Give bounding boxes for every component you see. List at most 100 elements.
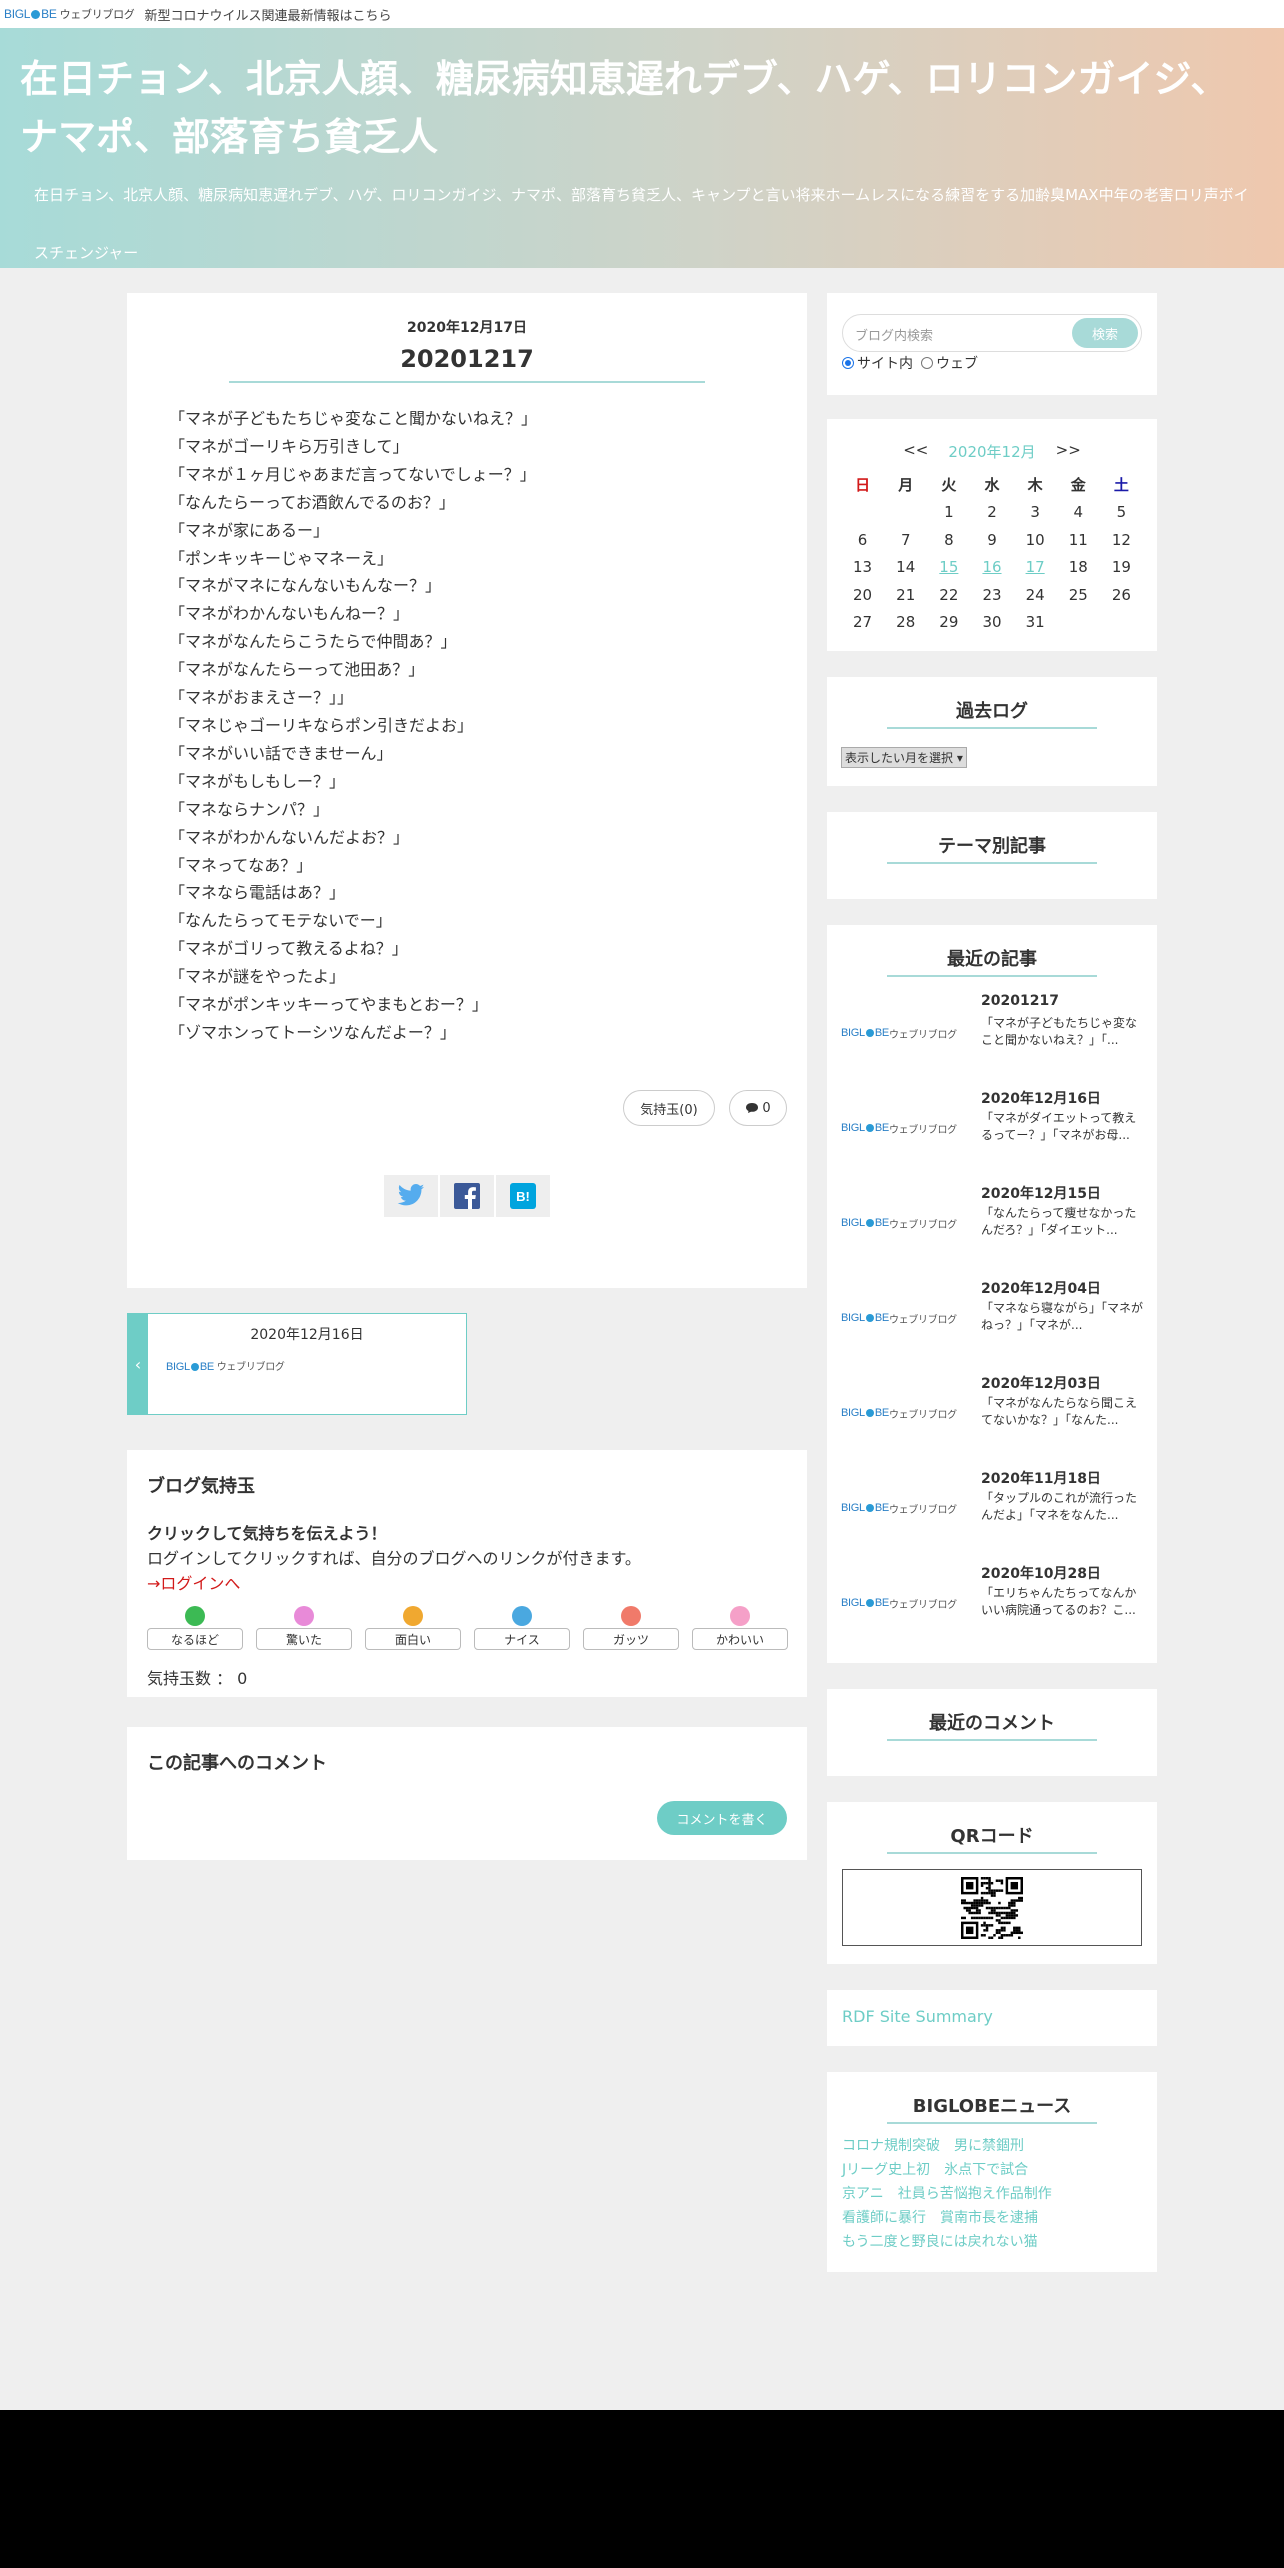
calendar-day[interactable]: 17 — [1014, 554, 1057, 582]
news-link[interactable]: もう二度と野良には戻れない猫 — [842, 2230, 1052, 2254]
radio-site[interactable]: サイト内 — [842, 353, 913, 373]
recent-post-item[interactable]: BIGL BE ウェブリブログ 2020年12月15日 「なんたらって痩せなかったんだ… — [841, 1183, 1143, 1253]
kimochi-button[interactable]: 気持玉(0) — [623, 1090, 715, 1126]
article-line: 「マネがおまえさー？」」 — [169, 688, 354, 708]
facebook-share-button[interactable] — [440, 1175, 494, 1217]
calendar-day: 30 — [982, 613, 1002, 632]
kimochi-face-icon — [730, 1606, 750, 1626]
write-comment-button[interactable]: コメントを書く — [657, 1801, 787, 1835]
footer — [0, 2410, 1284, 2568]
recent-comments-widget: 最近のコメント — [827, 1689, 1157, 1776]
prev-post-link[interactable]: ‹ 2020年12月16日 BIGL BE ウェブリブログ — [127, 1313, 467, 1415]
calendar-day: 14 — [896, 558, 916, 577]
recent-post-item[interactable]: BIGL BE ウェブリブログ 2020年12月04日 「マネなら寝ながら」「マネがね… — [841, 1278, 1143, 1348]
recent-comments-heading: 最近のコメント — [887, 1709, 1097, 1741]
blog-search-widget: ブログ内検索 検索 サイト内 ウェブ — [827, 293, 1157, 395]
news-link[interactable]: Jリーグ史上初 氷点下で試合 — [842, 2158, 1052, 2182]
calendar-day: 28 — [896, 613, 916, 632]
qr-heading: QRコード — [887, 1822, 1097, 1854]
kimochi-option[interactable]: かわいい — [692, 1606, 788, 1650]
news-heading: BIGLOBEニュース — [887, 2092, 1097, 2124]
search-input[interactable]: ブログ内検索 — [855, 325, 933, 344]
recent-post-item[interactable]: BIGL BE ウェブリブログ 2020年12月16日 「マネがダイエットって教えるっ… — [841, 1088, 1143, 1158]
article-line: 「マネがゴリって教えるよね？」 — [169, 939, 408, 959]
calendar-day: 21 — [896, 585, 916, 604]
biglobe-logo[interactable]: BIGL BE ウェブリブログ — [4, 6, 135, 22]
archive-month-select[interactable]: 表示したい月を選択 ▾ — [841, 747, 967, 768]
calendar-day: 3 — [1030, 503, 1040, 522]
search-button[interactable]: 検索 — [1072, 318, 1138, 348]
calendar-prev-link[interactable]: << — [903, 441, 928, 462]
article-line: 「なんたらってモテないでー」 — [169, 911, 392, 931]
article-line: 「マネがポンキッキーってやまもとおー？」 — [169, 995, 488, 1015]
recent-post-item[interactable]: BIGL BE ウェブリブログ 2020年10月28日 「エリちゃんたちってなんかいい… — [841, 1563, 1143, 1633]
recent-post-snippet: 「なんたらって痩せなかったんだろ？」「ダイエット... — [981, 1206, 1137, 1237]
covid-notice-link[interactable]: 新型コロナウイルス関連最新情報はこちら — [145, 5, 392, 24]
calendar-month-link[interactable]: 2020年12月 — [948, 441, 1035, 462]
recent-post-snippet: 「マネがダイエットって教えるってー？」「マネがお母... — [981, 1111, 1137, 1142]
recent-post-snippet: 「マネなら寝ながら」「マネがねっ？」「マネが... — [981, 1301, 1143, 1332]
calendar-table: 日月火水木金土 1 2 3 4 5 6 7 8 9 10 11 12 13 14 15 16 17 18 19 20 2… — [841, 471, 1143, 636]
calendar-day[interactable]: 15 — [927, 554, 970, 582]
calendar-day[interactable]: 16 — [970, 554, 1013, 582]
kimochi-option-label: かわいい — [692, 1628, 788, 1650]
kimochi-buttons: なるほど 驚いた 面白い ナイス ガッツ かわいい — [147, 1606, 788, 1650]
news-link[interactable]: 京アニ 社員ら苦悩抱え作品制作 — [842, 2182, 1052, 2206]
hatena-bookmark-button[interactable]: B! — [496, 1175, 550, 1217]
news-link[interactable]: コロナ規制突破 男に禁錮刑 — [842, 2134, 1052, 2158]
radio-web[interactable]: ウェブ — [921, 353, 978, 373]
calendar-day: 27 — [853, 613, 873, 632]
recent-post-title: 2020年12月16日 — [981, 1091, 1101, 1107]
article-line: 「マネがなんたらこうたらで仲間あ？」 — [169, 632, 457, 652]
qr-frame — [842, 1869, 1142, 1946]
news-link[interactable]: 看護師に暴行 賞南市長を逮捕 — [842, 2206, 1052, 2230]
comment-heading: この記事へのコメント — [147, 1753, 327, 1774]
kimochi-option[interactable]: 面白い — [365, 1606, 461, 1650]
kimochi-option-label: 面白い — [365, 1628, 461, 1650]
calendar-next-link[interactable]: >> — [1056, 441, 1081, 462]
calendar-day: 18 — [1068, 558, 1088, 577]
calendar-weekday: 土 — [1113, 476, 1129, 495]
recent-post-item[interactable]: BIGL BE ウェブリブログ 2020年11月18日 「タップルのこれが流行ったんだ… — [841, 1468, 1143, 1538]
rdf-link[interactable]: RDF Site Summary — [842, 2007, 993, 2026]
calendar-day: 13 — [853, 558, 873, 577]
calendar-weekday: 金 — [1070, 476, 1086, 495]
recent-post-thumbnail: BIGL BE ウェブリブログ — [841, 1217, 957, 1231]
article-line: 「マネが家にあるー」 — [169, 520, 330, 540]
recent-post-item[interactable]: BIGL BE ウェブリブログ 2020年12月03日 「マネがなんたらなら聞こえてな… — [841, 1373, 1143, 1443]
kimochi-lead: クリックして気持ちを伝えよう！ — [147, 1524, 387, 1543]
kimochi-option[interactable]: なるほど — [147, 1606, 243, 1650]
theme-heading: テーマ別記事 — [887, 832, 1097, 864]
recent-post-title: 2020年12月04日 — [981, 1281, 1101, 1297]
article-body: 「マネが子どもたちじゃ変なこと聞かないねえ？」 「マネがゴーリキら万引きして」 「マ… — [169, 405, 769, 1047]
calendar-day: 5 — [1116, 503, 1127, 522]
calendar-weekday: 水 — [984, 476, 1000, 495]
comment-count-button[interactable]: 0 — [729, 1090, 787, 1126]
recent-post-title: 2020年10月28日 — [981, 1566, 1101, 1582]
kimochi-face-icon — [294, 1606, 314, 1626]
article-line: 「ポンキッキーじゃマネーえ」 — [169, 548, 394, 568]
calendar-weekday: 木 — [1027, 476, 1043, 495]
recent-post-item[interactable]: BIGL BE ウェブリブログ 20201217 「マネが子どもたちじゃ変なこと聞かな… — [841, 993, 1143, 1063]
kimochi-option[interactable]: ガッツ — [583, 1606, 679, 1650]
blog-title[interactable]: 在日チョン、北京人顔、糖尿病知恵遅れデブ、ハゲ、ロリコンガイジ、ナマポ、部落育ち… — [20, 50, 1260, 166]
recent-post-title: 2020年12月03日 — [981, 1376, 1101, 1392]
article-line: 「マネがもしもしー？」 — [169, 771, 346, 791]
twitter-share-button[interactable] — [384, 1175, 438, 1217]
kimochi-option[interactable]: ナイス — [474, 1606, 570, 1650]
article-line: 「マネが１ヶ月じゃあまだ言ってないでしょー？」 — [169, 464, 536, 484]
calendar-day: 6 — [857, 530, 868, 549]
calendar-nav: << 2020年12月 >> — [827, 441, 1157, 462]
calendar-day: 23 — [982, 585, 1002, 604]
kimochi-option-label: ナイス — [474, 1628, 570, 1650]
kimochi-option[interactable]: 驚いた — [256, 1606, 352, 1650]
calendar-day — [1057, 609, 1100, 637]
article-title[interactable]: 20201217 — [229, 345, 705, 383]
kimochi-face-icon — [403, 1606, 423, 1626]
biglobe-news-widget: BIGLOBEニュース コロナ規制突破 男に禁錮刑 Jリーグ史上初 氷点下で試合京… — [827, 2072, 1157, 2272]
login-link[interactable]: →ログインへ — [147, 1570, 240, 1594]
calendar-day: 31 — [1025, 613, 1045, 632]
article-line: 「なんたらーってお酒飲んでるのお？」 — [169, 492, 455, 512]
svg-text:B!: B! — [516, 1189, 530, 1204]
blog-kimochi-panel: ブログ気持玉 クリックして気持ちを伝えよう！ ログインしてクリックすれば、自分の… — [127, 1450, 807, 1697]
